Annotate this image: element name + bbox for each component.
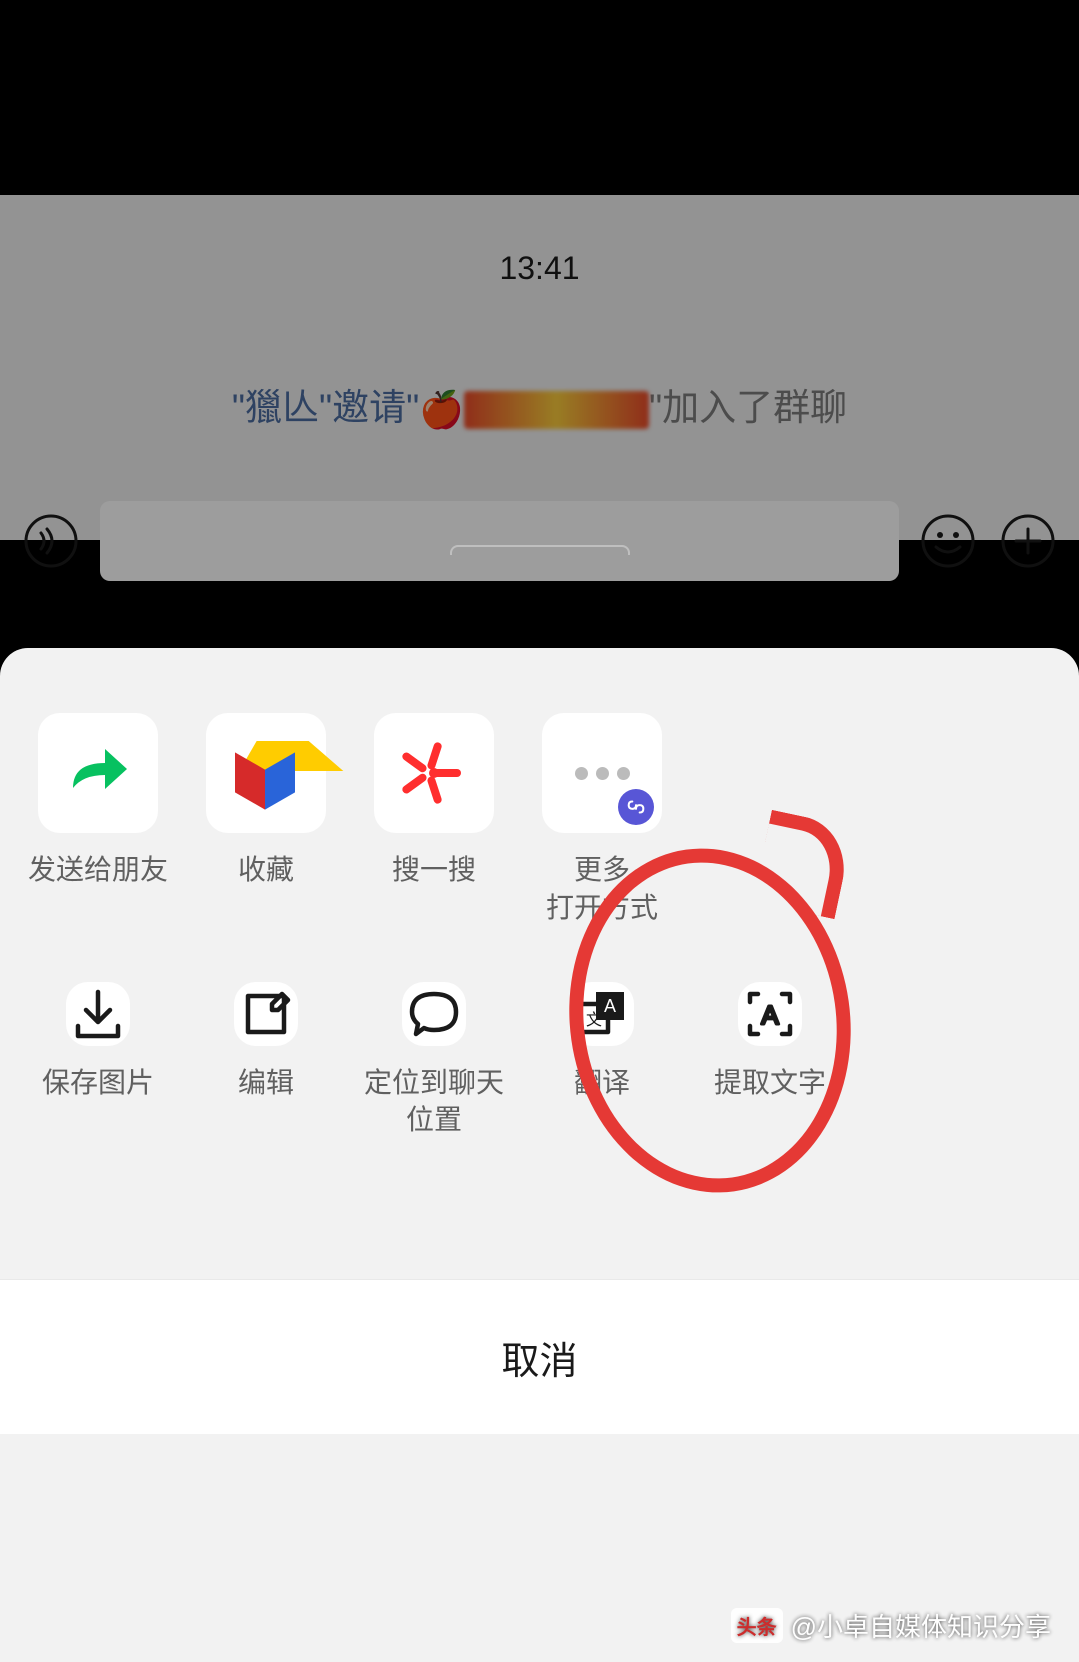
favorite-icon	[206, 713, 326, 833]
chat-bubble-icon	[402, 982, 466, 1046]
save-image[interactable]: 保存图片	[28, 982, 168, 1140]
action-row-1: 发送给朋友 收藏 搜一搜	[0, 713, 1079, 927]
chat-text-input[interactable]	[100, 501, 899, 581]
search[interactable]: 搜一搜	[364, 713, 504, 927]
chat-input-bar	[0, 501, 1079, 581]
translate-icon: A文	[570, 982, 634, 1046]
action-sheet: 发送给朋友 收藏 搜一搜	[0, 648, 1079, 1662]
svg-text:文: 文	[586, 1011, 602, 1029]
extract-text-icon: A	[738, 982, 802, 1046]
translate[interactable]: A文 翻译	[532, 982, 672, 1140]
plus-button[interactable]	[997, 510, 1059, 572]
redacted-name	[464, 391, 649, 429]
more-open-methods[interactable]: 更多 打开方式	[532, 713, 672, 927]
share-to-friend[interactable]: 发送给朋友	[28, 713, 168, 927]
svg-text:A: A	[761, 1000, 779, 1030]
emoji-button[interactable]	[917, 510, 979, 572]
search-icon	[374, 713, 494, 833]
svg-text:A: A	[604, 996, 616, 1016]
sheet-handle	[450, 545, 630, 555]
favorite[interactable]: 收藏	[196, 713, 336, 927]
download-icon	[66, 982, 130, 1046]
action-row-2: 保存图片 编辑 定位到聊天 位置 A文 翻译 A 提取文字	[0, 982, 1079, 1140]
watermark: 头条 @小卓自媒体知识分享	[731, 1607, 1051, 1644]
watermark-badge: 头条	[731, 1608, 783, 1643]
system-message: "獵亾"邀请"🍎"加入了群聊	[0, 377, 1079, 431]
locate-in-chat[interactable]: 定位到聊天 位置	[364, 982, 504, 1140]
miniprogram-badge-icon	[618, 789, 654, 825]
more-icon	[542, 713, 662, 833]
share-icon	[38, 713, 158, 833]
status-time: 13:41	[0, 195, 1079, 287]
apple-emoji: 🍎	[419, 389, 464, 430]
voice-button[interactable]	[20, 510, 82, 572]
cancel-button[interactable]: 取消	[0, 1279, 1079, 1434]
edit-icon	[234, 982, 298, 1046]
edit[interactable]: 编辑	[196, 982, 336, 1140]
chat-background: 13:41 "獵亾"邀请"🍎"加入了群聊	[0, 195, 1079, 540]
watermark-text: @小卓自媒体知识分享	[791, 1607, 1051, 1644]
extract-text[interactable]: A 提取文字	[700, 982, 840, 1140]
